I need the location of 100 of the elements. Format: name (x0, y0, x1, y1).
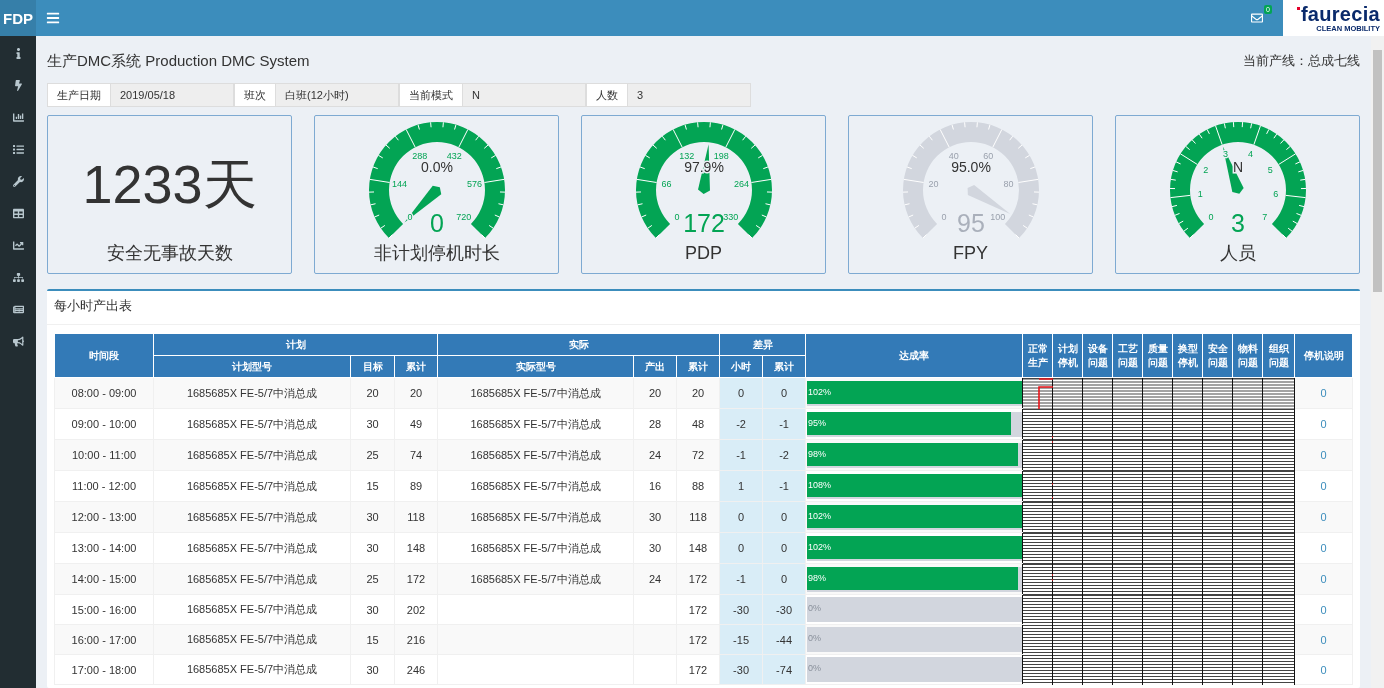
gauge-title: PDP (685, 242, 722, 264)
gauge-value: 0 (430, 209, 444, 237)
rate-text: 0% (808, 663, 822, 673)
table-cell: 48 (676, 408, 720, 440)
gauge-tick-label: 0 (674, 211, 680, 222)
table-cell: 13:00 - 14:00 (54, 532, 154, 564)
gauge-tick-label: 0 (407, 211, 413, 222)
table-cell: 1685685X FE-5/7中消总成 (437, 439, 634, 471)
table-cell: 30 (350, 532, 395, 564)
gauge-percent: N (1232, 159, 1244, 175)
table-cell: 172 (676, 624, 720, 655)
table-cell: 118 (394, 501, 438, 533)
gauge-title: FPY (953, 242, 988, 264)
rate-text: 98% (808, 449, 827, 459)
column-header: 计划停机 (1052, 333, 1083, 378)
table-cell: 16 (633, 470, 677, 502)
table-cell: 148 (394, 532, 438, 564)
table-cell: 30 (350, 594, 395, 625)
table-cell: 1685685X FE-5/7中消总成 (153, 439, 351, 471)
table-cell: 216 (394, 624, 438, 655)
bolt-icon[interactable] (12, 77, 24, 93)
column-group-header: 计划 (153, 333, 438, 356)
table-cell: 1685685X FE-5/7中消总成 (153, 563, 351, 595)
gauge-tick-label: 198 (713, 151, 729, 162)
info-value: 2019/05/18 (111, 83, 234, 107)
rate-text: 102% (808, 387, 832, 397)
note-link[interactable]: 0 (1320, 542, 1327, 554)
column-header: 安全问题 (1202, 333, 1233, 378)
table-cell: 09:00 - 10:00 (54, 408, 154, 440)
gauge-tick-label: 432 (446, 151, 462, 162)
note-link[interactable]: 0 (1320, 603, 1327, 616)
table-cell: 1685685X FE-5/7中消总成 (437, 408, 634, 440)
table-cell: 15:00 - 16:00 (54, 594, 154, 625)
column-header: 质量问题 (1142, 333, 1173, 378)
rate-text: 102% (808, 511, 832, 521)
table-cell: 1685685X FE-5/7中消总成 (153, 408, 351, 440)
column-header: 组织问题 (1262, 333, 1295, 378)
note-link[interactable]: 0 (1320, 449, 1327, 461)
page-title: 生产DMC系统 Production DMC System (47, 51, 310, 71)
column-header: 工艺问题 (1112, 333, 1143, 378)
gauge-tick-label: 0 (941, 211, 947, 222)
table-cell: 1685685X FE-5/7中消总成 (153, 501, 351, 533)
note-link[interactable]: 0 (1320, 663, 1327, 676)
note-link[interactable]: 0 (1320, 418, 1327, 430)
gauge-tick-label: 6 (1273, 189, 1279, 200)
gauge-title: 非计划停机时长 (373, 242, 500, 264)
info-label: 班次 (234, 83, 276, 107)
table-cell: 24 (633, 439, 677, 471)
column-header: 换型停机 (1172, 333, 1203, 378)
gauge-tick-label: 20 (928, 179, 939, 190)
table-cell: 172 (676, 594, 720, 625)
gauge-tick-label: 144 (391, 179, 407, 190)
rate-text: 98% (808, 573, 827, 583)
table-cell: 1685685X FE-5/7中消总成 (437, 563, 634, 595)
table-cell: 1685685X FE-5/7中消总成 (437, 470, 634, 502)
note-link[interactable]: 0 (1320, 511, 1327, 523)
column-header: 物料问题 (1232, 333, 1263, 378)
gauge-tick-label: 576 (467, 179, 483, 190)
note-link[interactable]: 0 (1320, 633, 1327, 646)
table-cell: 30 (350, 501, 395, 533)
column-header: 达成率 (805, 333, 1023, 378)
table-cell: 88 (676, 470, 720, 502)
gauge-title: 人员 (1219, 242, 1256, 264)
info-label: 生产日期 (47, 83, 111, 107)
table-cell: 12:00 - 13:00 (54, 501, 154, 533)
mail-icon[interactable] (1251, 12, 1265, 24)
note-link[interactable]: 0 (1320, 480, 1327, 492)
table-cell: 20 (350, 377, 395, 409)
table-cell: 1685685X FE-5/7中消总成 (153, 594, 351, 625)
table-cell: 30 (633, 532, 677, 564)
brand-logo[interactable]: FDP (0, 0, 36, 36)
table-cell: 24 (633, 563, 677, 595)
column-header: 计划型号 (153, 355, 351, 378)
table-cell: 1685685X FE-5/7中消总成 (153, 654, 351, 685)
gauge-tick-label: 3 (1222, 149, 1228, 160)
menu-icon[interactable] (46, 11, 60, 25)
table-cell: 72 (676, 439, 720, 471)
table-cell: 30 (350, 408, 395, 440)
scrollbar[interactable] (1371, 36, 1384, 688)
gauge-tick-label: 66 (661, 179, 672, 190)
gauge-tick-label: 2 (1203, 164, 1209, 175)
info-value: N (463, 83, 586, 107)
table-cell: 118 (676, 501, 720, 533)
gauge-tick-label: 60 (983, 151, 994, 162)
rate-text: 0% (808, 603, 822, 613)
table-cell: 15 (350, 624, 395, 655)
wrench-icon[interactable] (12, 173, 24, 189)
table-cell: 1685685X FE-5/7中消总成 (153, 532, 351, 564)
info-label: 当前模式 (399, 83, 463, 107)
panel-title: 每小时产出表 (47, 291, 1360, 325)
gauge-tick-label: 100 (990, 211, 1006, 222)
table-cell: 148 (676, 532, 720, 564)
gauge-tick-label: 5 (1267, 164, 1273, 175)
column-header: 实际型号 (437, 355, 634, 378)
info-value: 白班(12小时) (276, 83, 399, 107)
note-link[interactable]: 0 (1320, 387, 1327, 399)
note-link[interactable]: 0 (1320, 573, 1327, 585)
table-cell: 1685685X FE-5/7中消总成 (437, 501, 634, 533)
gauge-tick-label: 7 (1262, 211, 1268, 222)
gauge-percent: 0.0% (421, 159, 453, 175)
